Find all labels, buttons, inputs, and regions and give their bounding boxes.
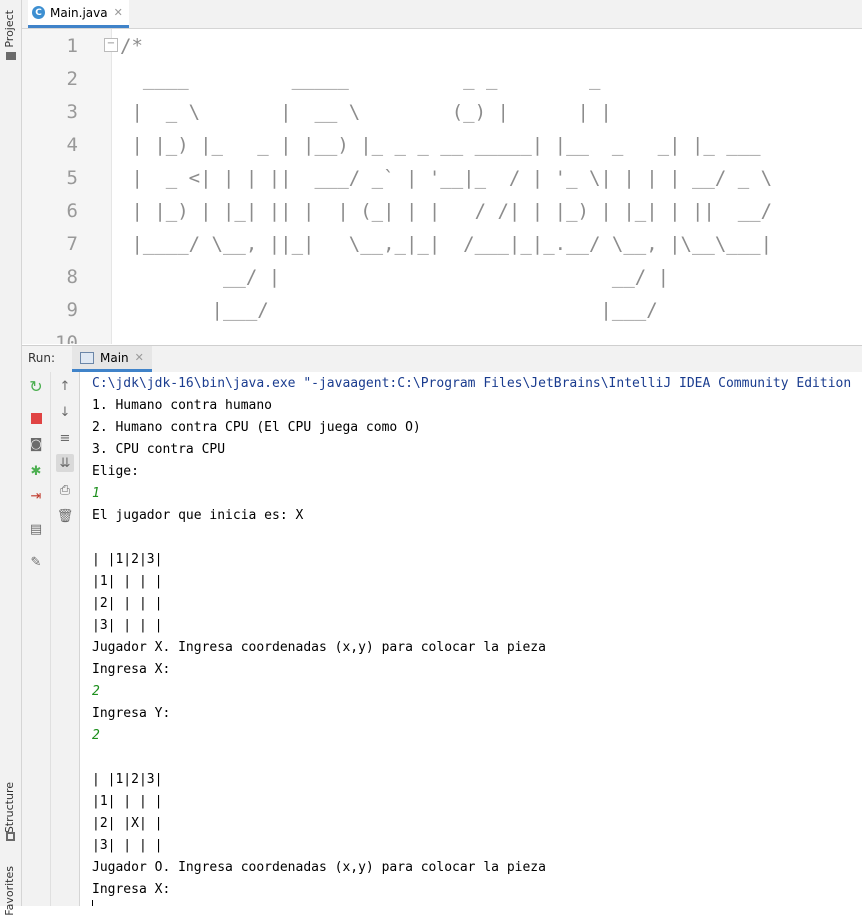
console-line: |2| |X| | [92,816,163,831]
console-line: Ingresa Y: [92,706,171,721]
line-number: 1 [66,35,78,57]
scroll-to-end-icon[interactable]: ⇊ [56,454,74,472]
console-line: |1| | | | [92,794,163,809]
console-line: 2. Humano contra CPU (El CPU juega como … [92,420,421,435]
run-tool-window-header: Run: Main ✕ [22,345,862,373]
editor-tab-label: Main.java [50,5,108,20]
exit-icon[interactable]: ⇥ [27,487,45,505]
close-icon[interactable]: ✕ [135,351,144,364]
structure-icon [6,832,15,841]
code-line: __/ | __/ | [120,266,670,288]
code-line: | _ \ | __ \ (_) | | | [120,101,612,123]
line-number: 6 [66,200,78,222]
debug-icon[interactable]: ✱ [27,462,45,480]
console-input-line: 2 [92,728,100,743]
console-line: 1. Humano contra humano [92,398,273,413]
layout-icon[interactable]: ▤ [27,520,45,538]
line-number-gutter: 1 2 3 4 5 6 7 8 9 10 [22,29,112,344]
line-number: 7 [66,233,78,255]
run-tab-label: Main [100,350,129,365]
rerun-icon[interactable]: ↻ [27,377,45,396]
editor-tab-bar: C Main.java ✕ [22,0,862,29]
line-number: 2 [66,68,78,90]
console-line: |1| | | | [92,574,163,589]
code-line: | _ <| | | || ___/ _` | '__|_ / | '_ \| … [120,167,773,189]
close-icon[interactable]: ✕ [114,6,123,19]
code-line: | |_) | |_| || | | (_| | | / /| | |_) | … [120,200,773,222]
arrow-up-icon[interactable]: ↑ [56,377,74,395]
java-class-icon: C [32,6,45,19]
editor-tab-main-java[interactable]: C Main.java ✕ [28,0,129,28]
run-toolbar-primary: ↻ ◙ ✱ ⇥ ▤ ✎ [22,372,51,906]
line-number: 10 [55,332,78,344]
run-label: Run: [28,351,56,365]
console-line: | |1|2|3| [92,772,163,787]
stop-icon[interactable] [27,409,45,427]
structure-tool-tab[interactable]: Structure [3,782,16,833]
code-line: ____ _____ _ _ _ [120,68,601,90]
code-line: |____/ \__, ||_| \__,_|_| /___|_|_.__/ \… [120,233,773,255]
line-number: 3 [66,101,78,123]
console-output[interactable]: C:\jdk\jdk-16\bin\java.exe "-javaagent:C… [80,372,862,906]
console-input-line: 1 [92,486,100,501]
folder-icon [6,52,16,60]
code-line: |___/ |___/ [120,299,658,321]
console-line: |3| | | | [92,838,163,853]
console-line: Jugador O. Ingresa coordenadas (x,y) par… [92,860,546,875]
soft-wrap-icon[interactable]: ≡ [56,429,74,447]
console-line: Ingresa X: [92,662,171,677]
print-icon[interactable]: ⎙ [56,481,74,499]
text-caret [92,900,93,906]
project-tool-tab[interactable]: Project [3,10,16,48]
line-number: 8 [66,266,78,288]
fold-marker-icon[interactable]: − [104,38,118,52]
favorites-tool-tab[interactable]: Favorites [3,866,16,916]
console-line: Jugador X. Ingresa coordenadas (x,y) par… [92,640,546,655]
console-icon [80,351,94,364]
console-line: |3| | | | [92,618,163,633]
line-number: 4 [66,134,78,156]
pin-icon[interactable]: ✎ [27,553,45,571]
trash-icon[interactable]: 🗑 [56,507,74,525]
console-line: El jugador que inicia es: X [92,508,304,523]
camera-icon[interactable]: ◙ [27,435,45,453]
code-editor[interactable]: 1 2 3 4 5 6 7 8 9 10 − /* ____ _____ _ _… [22,29,862,344]
console-line: Elige: [92,464,139,479]
line-number: 9 [66,299,78,321]
run-tab-main[interactable]: Main ✕ [72,346,152,372]
left-tool-strip: Project Structure Favorites [0,0,22,916]
code-line: | |_) |_ _ | |__) |_ _ _ __ _____| |__ _… [120,134,761,156]
console-line: |2| | | | [92,596,163,611]
line-number: 5 [66,167,78,189]
console-line: C:\jdk\jdk-16\bin\java.exe "-javaagent:C… [92,376,852,391]
run-toolbar-secondary: ↑ ↓ ≡ ⇊ ⎙ 🗑 [51,372,80,906]
console-line: Ingresa X: [92,882,171,897]
console-input-line: 2 [92,684,100,699]
console-line: | |1|2|3| [92,552,163,567]
code-line: /* [120,35,143,57]
console-line: 3. CPU contra CPU [92,442,226,457]
arrow-down-icon[interactable]: ↓ [56,403,74,421]
